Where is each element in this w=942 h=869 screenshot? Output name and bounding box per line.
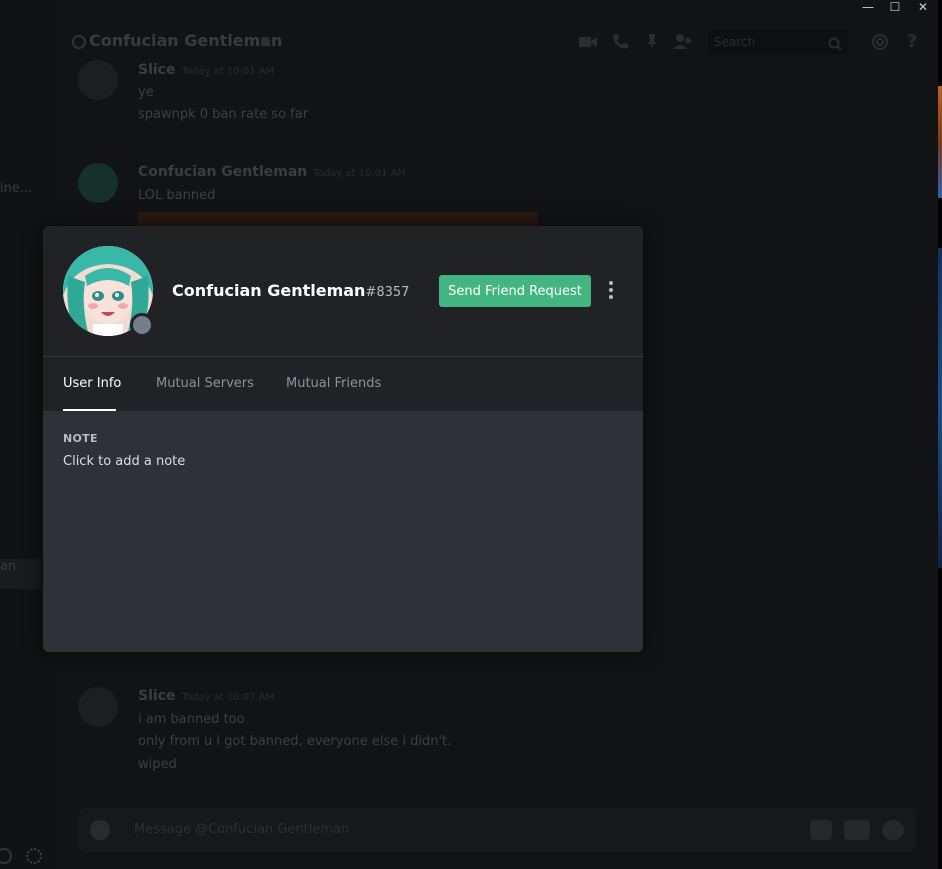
search-icon (828, 35, 842, 59)
maximize-button[interactable]: ☐ (885, 0, 905, 14)
message-timestamp: Today at 10:01 AM (181, 66, 275, 77)
message-text: spawnpk 0 ban rate so far (138, 107, 309, 122)
at-icon (72, 35, 86, 49)
message-author[interactable]: Confucian Gentleman Today at 10:01 AM (138, 164, 406, 180)
profile-username: Confucian Gentleman#8357 (172, 281, 409, 300)
search-placeholder: Search (714, 35, 756, 49)
note-label: NOTE (63, 432, 98, 445)
emoji-icon[interactable] (882, 820, 904, 840)
channel-header: Confucian Gentleman Search ? (58, 22, 938, 62)
mention-icon[interactable] (870, 32, 890, 52)
offline-status-icon (130, 313, 154, 337)
author-name[interactable]: Confucian Gentleman (138, 164, 307, 180)
avatar[interactable] (78, 687, 118, 727)
status-dot (261, 37, 270, 46)
adjacent-window-image (938, 248, 942, 568)
sidebar-partial-text: ine... (0, 181, 33, 196)
header-title: Confucian Gentleman (89, 31, 283, 50)
tab-user-info[interactable]: User Info (63, 376, 121, 391)
avatar[interactable] (78, 163, 118, 203)
message-image-embed[interactable] (138, 212, 538, 226)
header-divider (43, 356, 643, 357)
user-profile-modal: Confucian Gentleman#8357 Send Friend Req… (43, 226, 643, 652)
gif-icon[interactable] (844, 820, 870, 840)
message-composer[interactable]: Message @Confucian Gentleman (78, 808, 916, 852)
active-tab-indicator (63, 409, 116, 411)
message-timestamp: Today at 10:07 AM (181, 692, 275, 703)
message-text: only from u i got banned, everyone else … (138, 734, 452, 749)
author-name[interactable]: Slice (138, 62, 175, 78)
minimize-button[interactable]: — (858, 0, 878, 14)
note-field[interactable]: Click to add a note (63, 454, 623, 476)
more-options-icon[interactable] (605, 281, 617, 301)
avatar[interactable] (78, 60, 118, 100)
profile-discriminator: #8357 (365, 285, 410, 300)
video-icon[interactable] (578, 32, 598, 52)
tab-mutual-friends[interactable]: Mutual Friends (286, 376, 381, 391)
sidebar-partial-item[interactable]: an (0, 559, 42, 589)
message-timestamp: Today at 10:01 AM (313, 168, 407, 179)
help-icon[interactable]: ? (902, 32, 922, 52)
tab-mutual-servers[interactable]: Mutual Servers (156, 376, 254, 391)
pin-icon[interactable] (642, 32, 662, 52)
add-friend-icon[interactable] (672, 32, 692, 52)
message-text: LOL banned (138, 188, 216, 203)
sidebar-item-label: an (0, 559, 17, 574)
message-input[interactable]: Message @Confucian Gentleman (134, 822, 349, 837)
message-author[interactable]: Slice Today at 10:01 AM (138, 62, 274, 78)
search-input[interactable]: Search (708, 30, 848, 54)
profile-name: Confucian Gentleman (172, 281, 366, 300)
author-name[interactable]: Slice (138, 688, 175, 704)
settings-gear-icon[interactable] (26, 848, 42, 864)
message-author[interactable]: Slice Today at 10:07 AM (138, 688, 274, 704)
send-friend-request-button[interactable]: Send Friend Request (439, 275, 591, 307)
message-text: i am banned too (138, 712, 245, 727)
phone-icon[interactable] (610, 32, 630, 52)
message-text: ye (138, 85, 154, 100)
close-button[interactable]: ✕ (913, 0, 933, 14)
add-attachment-icon[interactable] (90, 820, 110, 840)
gift-icon[interactable] (810, 820, 832, 840)
adjacent-window-image (938, 86, 942, 198)
message-text: wiped (138, 757, 177, 772)
